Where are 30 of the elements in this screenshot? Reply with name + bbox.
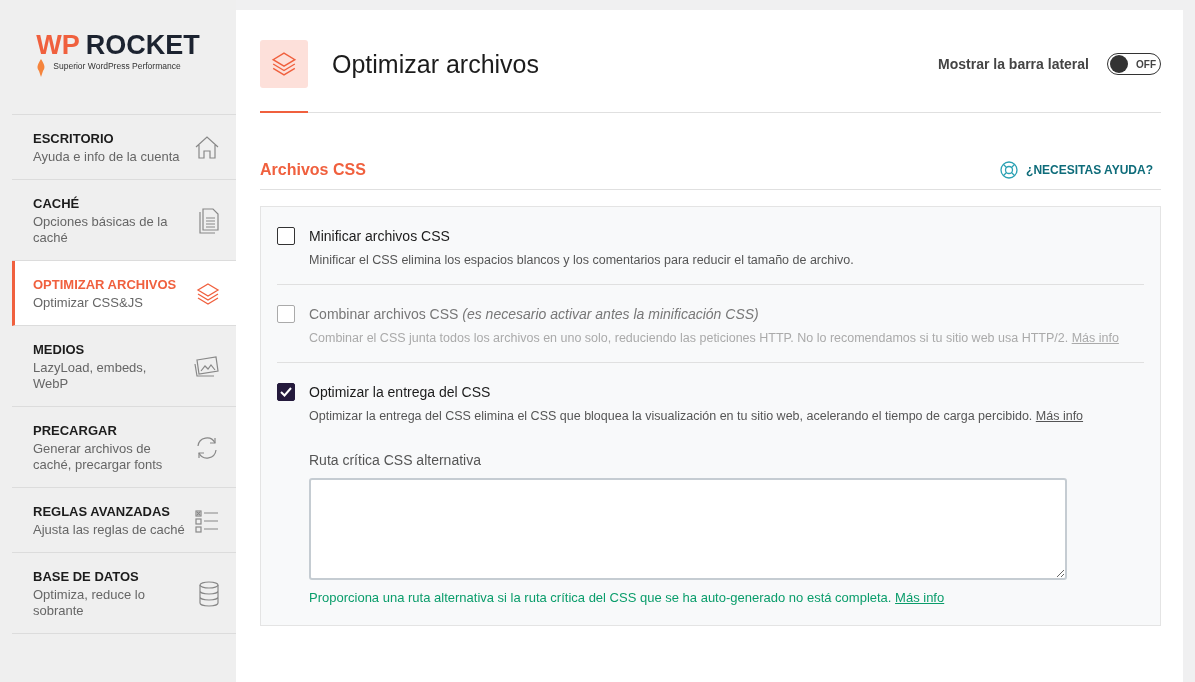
sidebar-toggle[interactable]: OFF bbox=[1107, 53, 1161, 75]
lifebuoy-icon bbox=[1000, 161, 1019, 179]
logo-tagline: Superior WordPress Performance bbox=[53, 60, 181, 71]
database-icon bbox=[198, 581, 220, 607]
layers-icon bbox=[196, 282, 220, 306]
section-title: Archivos CSS bbox=[260, 161, 366, 179]
logo-mark: WP bbox=[36, 31, 80, 59]
option-label: Minificar archivos CSS bbox=[309, 228, 450, 244]
toggle-label: Mostrar la barra lateral bbox=[938, 56, 1089, 72]
checkbox[interactable] bbox=[277, 227, 295, 245]
option-description: Optimizar la entrega del CSS elimina el CSS que bloquea la visualización en tu sitio web, acelerando el tiempo de carga percibido. Más info bbox=[309, 408, 1085, 425]
option-description: Minificar el CSS elimina los espacios blancos y los comentarios para reducir el tamaño de archivo. bbox=[309, 252, 855, 269]
help-link[interactable]: ¿NECESITAS AYUDA? bbox=[1000, 161, 1153, 179]
checkbox[interactable] bbox=[277, 383, 295, 401]
option-description: Combinar el CSS junta todos los archivos en uno solo, reduciendo las peticiones HTTP. No lo recomendamos si tu sitio web usa HTTP/2. Más info bbox=[309, 330, 1120, 347]
logo-name: ROCKET bbox=[85, 31, 200, 59]
option-label: Combinar archivos CSS (es necesario activar antes la minificación CSS) bbox=[309, 306, 759, 322]
more-info-link[interactable]: Más info bbox=[1035, 409, 1084, 423]
home-icon bbox=[194, 135, 220, 161]
option-label: Optimizar la entrega del CSS bbox=[309, 384, 491, 400]
field-help: Proporciona una ruta alternativa si la ruta crítica del CSS que se ha auto-generado no está completa. Más info bbox=[309, 590, 946, 605]
layers-icon bbox=[260, 40, 308, 88]
checklist-icon bbox=[194, 508, 220, 534]
field-label: Ruta crítica CSS alternativa bbox=[309, 452, 482, 468]
sidebar-item[interactable]: OPTIMIZAR ARCHIVOS Optimizar CSS&JS bbox=[12, 261, 236, 326]
page-title: Optimizar archivos bbox=[332, 49, 539, 79]
document-icon bbox=[198, 208, 220, 234]
refresh-icon bbox=[194, 435, 220, 461]
images-icon bbox=[194, 356, 220, 378]
css-path-field[interactable] bbox=[309, 478, 1067, 580]
